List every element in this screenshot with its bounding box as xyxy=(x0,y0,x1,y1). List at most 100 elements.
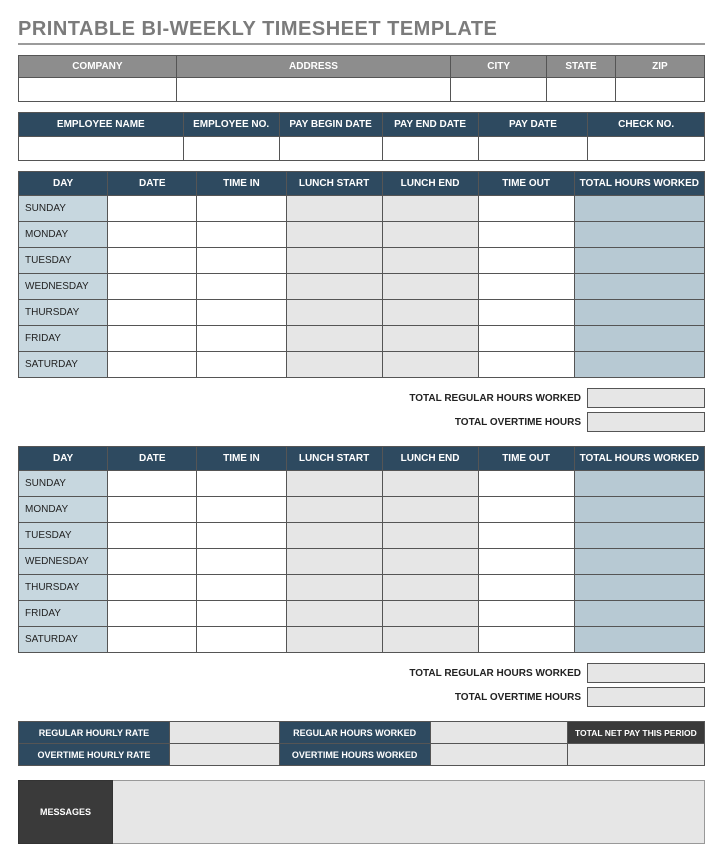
address-input[interactable] xyxy=(176,78,450,102)
week1-overtime-value[interactable] xyxy=(587,412,705,432)
lunchend-input[interactable] xyxy=(382,300,478,326)
timein-input[interactable] xyxy=(197,352,286,378)
date-input[interactable] xyxy=(108,326,197,352)
timeout-input[interactable] xyxy=(478,497,574,523)
net-pay-input[interactable] xyxy=(567,744,704,766)
date-input[interactable] xyxy=(108,274,197,300)
timein-input[interactable] xyxy=(197,248,286,274)
totalhours-input[interactable] xyxy=(574,326,704,352)
lunchend-input[interactable] xyxy=(382,497,478,523)
timein-input[interactable] xyxy=(197,274,286,300)
timeout-input[interactable] xyxy=(478,627,574,653)
timeout-input[interactable] xyxy=(478,248,574,274)
totalhours-input[interactable] xyxy=(574,196,704,222)
timeout-input[interactable] xyxy=(478,549,574,575)
lunchend-input[interactable] xyxy=(382,471,478,497)
lunchstart-input[interactable] xyxy=(286,248,382,274)
totalhours-input[interactable] xyxy=(574,248,704,274)
overtime-hours-input[interactable] xyxy=(430,744,567,766)
date-input[interactable] xyxy=(108,549,197,575)
timein-input[interactable] xyxy=(197,497,286,523)
zip-input[interactable] xyxy=(615,78,704,102)
lunchstart-input[interactable] xyxy=(286,549,382,575)
timein-input[interactable] xyxy=(197,326,286,352)
pay-date-input[interactable] xyxy=(478,137,588,161)
totalhours-input[interactable] xyxy=(574,549,704,575)
lunchend-input[interactable] xyxy=(382,575,478,601)
totalhours-input[interactable] xyxy=(574,300,704,326)
timein-input[interactable] xyxy=(197,549,286,575)
timeout-input[interactable] xyxy=(478,274,574,300)
lunchstart-input[interactable] xyxy=(286,471,382,497)
lunchend-input[interactable] xyxy=(382,274,478,300)
regular-hours-input[interactable] xyxy=(430,722,567,744)
date-input[interactable] xyxy=(108,523,197,549)
lunchend-input[interactable] xyxy=(382,222,478,248)
regular-rate-input[interactable] xyxy=(169,722,279,744)
lunchstart-input[interactable] xyxy=(286,497,382,523)
date-input[interactable] xyxy=(108,601,197,627)
lunchend-input[interactable] xyxy=(382,196,478,222)
timeout-input[interactable] xyxy=(478,523,574,549)
date-input[interactable] xyxy=(108,222,197,248)
timein-input[interactable] xyxy=(197,601,286,627)
timein-input[interactable] xyxy=(197,222,286,248)
date-input[interactable] xyxy=(108,196,197,222)
totalhours-input[interactable] xyxy=(574,627,704,653)
date-input[interactable] xyxy=(108,248,197,274)
week1-regular-value[interactable] xyxy=(587,388,705,408)
totalhours-input[interactable] xyxy=(574,575,704,601)
lunchstart-input[interactable] xyxy=(286,575,382,601)
timein-input[interactable] xyxy=(197,523,286,549)
city-input[interactable] xyxy=(451,78,547,102)
totalhours-input[interactable] xyxy=(574,352,704,378)
lunchend-input[interactable] xyxy=(382,627,478,653)
date-input[interactable] xyxy=(108,471,197,497)
timeout-input[interactable] xyxy=(478,471,574,497)
lunchstart-input[interactable] xyxy=(286,326,382,352)
timein-input[interactable] xyxy=(197,575,286,601)
timein-input[interactable] xyxy=(197,471,286,497)
lunchstart-input[interactable] xyxy=(286,601,382,627)
date-input[interactable] xyxy=(108,627,197,653)
totalhours-input[interactable] xyxy=(574,222,704,248)
lunchstart-input[interactable] xyxy=(286,300,382,326)
overtime-rate-input[interactable] xyxy=(169,744,279,766)
totalhours-input[interactable] xyxy=(574,274,704,300)
lunchend-input[interactable] xyxy=(382,601,478,627)
totalhours-input[interactable] xyxy=(574,497,704,523)
timeout-input[interactable] xyxy=(478,196,574,222)
date-input[interactable] xyxy=(108,300,197,326)
timeout-input[interactable] xyxy=(478,352,574,378)
state-input[interactable] xyxy=(547,78,616,102)
lunchend-input[interactable] xyxy=(382,248,478,274)
lunchend-input[interactable] xyxy=(382,549,478,575)
timeout-input[interactable] xyxy=(478,222,574,248)
timein-input[interactable] xyxy=(197,300,286,326)
messages-input[interactable] xyxy=(113,780,705,844)
totalhours-input[interactable] xyxy=(574,471,704,497)
week2-regular-value[interactable] xyxy=(587,663,705,683)
timein-input[interactable] xyxy=(197,196,286,222)
lunchend-input[interactable] xyxy=(382,523,478,549)
date-input[interactable] xyxy=(108,575,197,601)
timein-input[interactable] xyxy=(197,627,286,653)
timeout-input[interactable] xyxy=(478,326,574,352)
lunchstart-input[interactable] xyxy=(286,274,382,300)
lunchstart-input[interactable] xyxy=(286,523,382,549)
company-input[interactable] xyxy=(19,78,177,102)
lunchstart-input[interactable] xyxy=(286,196,382,222)
totalhours-input[interactable] xyxy=(574,523,704,549)
lunchstart-input[interactable] xyxy=(286,352,382,378)
week2-overtime-value[interactable] xyxy=(587,687,705,707)
pay-end-input[interactable] xyxy=(382,137,478,161)
timeout-input[interactable] xyxy=(478,300,574,326)
timeout-input[interactable] xyxy=(478,575,574,601)
totalhours-input[interactable] xyxy=(574,601,704,627)
employee-name-input[interactable] xyxy=(19,137,184,161)
date-input[interactable] xyxy=(108,352,197,378)
lunchend-input[interactable] xyxy=(382,326,478,352)
pay-begin-input[interactable] xyxy=(279,137,382,161)
check-no-input[interactable] xyxy=(588,137,705,161)
lunchend-input[interactable] xyxy=(382,352,478,378)
